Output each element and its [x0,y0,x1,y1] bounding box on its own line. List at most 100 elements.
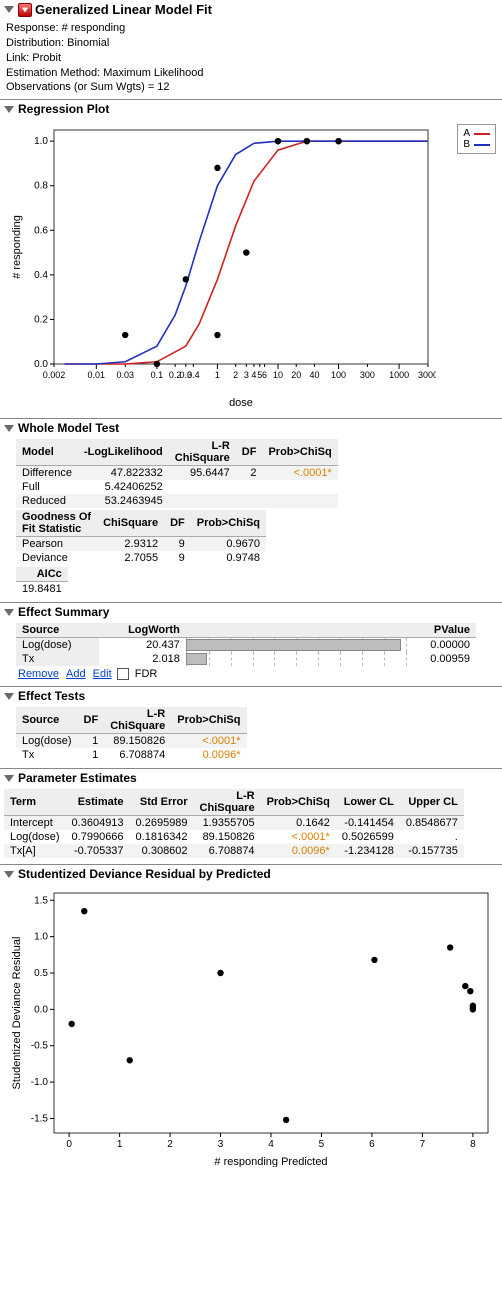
col-p: Prob>ChiSq [261,789,336,816]
aicc-table: AICc 19.8481 [16,567,68,596]
meta-line: Link: Probit [6,51,496,66]
svg-text:300: 300 [360,370,375,380]
table-row: Full5.42406252 [16,480,338,494]
effect-summary-actions: Remove Add Edit FDR [16,666,498,680]
svg-text:1: 1 [215,370,220,380]
col-chi: ChiSquare [97,510,164,537]
col-lrchi: L-RChiSquare [104,707,171,734]
svg-text:0.6: 0.6 [34,226,48,237]
disclosure-triangle-icon[interactable] [4,106,14,113]
meta-line: Estimation Method: Maximum Likelihood [6,66,496,81]
svg-text:-1.5: -1.5 [31,1114,49,1125]
svg-text:7: 7 [420,1139,426,1150]
svg-text:dose: dose [229,397,253,409]
remove-link[interactable]: Remove [16,668,61,680]
col-lw: LogWorth [99,623,185,638]
svg-text:1.5: 1.5 [34,896,48,907]
section-effect-summary: Effect Summary [0,602,502,621]
model-meta: Response: # responding Distribution: Bin… [0,19,502,99]
table-row: Deviance2.705590.9748 [16,551,266,565]
aicc-label: AICc [16,567,68,582]
svg-text:0.03: 0.03 [116,370,134,380]
svg-text:1000: 1000 [389,370,409,380]
disclosure-triangle-icon[interactable] [4,693,14,700]
section-title: Effect Summary [18,605,109,619]
table-row: Pearson2.931290.9670 [16,537,266,552]
svg-text:100: 100 [331,370,346,380]
table-row: Intercept0.36049130.26959891.93557050.16… [4,816,464,831]
svg-text:6: 6 [262,370,267,380]
svg-text:0.2: 0.2 [169,370,182,380]
svg-text:-1.0: -1.0 [31,1077,49,1088]
table-row: Log(dose)20.437 0.00000 [16,638,476,653]
col-p: Prob>ChiSq [171,707,246,734]
section-parameter-estimates: Parameter Estimates [0,768,502,787]
svg-text:6: 6 [369,1139,375,1150]
col-p: Prob>ChiSq [191,510,266,537]
residual-plot[interactable]: -1.5-1.0-0.50.00.51.01.5012345678# respo… [0,883,502,1173]
svg-text:0: 0 [66,1139,72,1150]
add-link[interactable]: Add [64,668,88,680]
svg-text:Studentized Deviance Residual: Studentized Deviance Residual [11,937,23,1090]
main-title: Generalized Linear Model Fit [35,2,212,17]
svg-text:-0.5: -0.5 [31,1041,49,1052]
section-title: Whole Model Test [18,421,119,435]
table-row: Reduced53.2463945 [16,494,338,508]
col-gof: Goodness OfFit Statistic [16,510,97,537]
col-df: DF [78,707,105,734]
disclosure-triangle-icon[interactable] [4,6,14,13]
svg-text:40: 40 [309,370,319,380]
edit-link[interactable]: Edit [91,668,114,680]
table-row: Tx16.7088740.0096* [16,748,247,762]
legend-label: B [463,139,470,150]
svg-text:2: 2 [167,1139,173,1150]
section-whole-model: Whole Model Test [0,418,502,437]
col-term: Term [4,789,66,816]
svg-text:4: 4 [268,1139,274,1150]
hotspot-menu-icon[interactable] [18,3,32,17]
svg-text:# responding: # responding [11,215,23,279]
svg-text:3000: 3000 [418,370,436,380]
svg-text:2: 2 [233,370,238,380]
section-title: Studentized Deviance Residual by Predict… [18,867,271,881]
svg-text:# responding Predicted: # responding Predicted [214,1156,327,1167]
svg-text:10: 10 [273,370,283,380]
svg-text:8: 8 [470,1139,476,1150]
param-est-table: Term Estimate Std Error L-RChiSquare Pro… [4,789,464,858]
svg-text:3: 3 [244,370,249,380]
table-row: Log(dose)189.150826<.0001* [16,734,247,749]
legend-swatch [474,133,490,135]
col-model: Model [16,439,78,466]
svg-text:1: 1 [117,1139,123,1150]
disclosure-triangle-icon[interactable] [4,775,14,782]
fdr-label: FDR [135,668,158,680]
svg-text:1.0: 1.0 [34,932,48,943]
svg-text:4: 4 [251,370,256,380]
col-source: Source [16,623,99,638]
regression-plot[interactable]: 0.00.20.40.60.81.00.0020.010.030.10.3131… [0,118,502,418]
col-df: DF [164,510,191,537]
meta-line: Observations (or Sum Wgts) = 12 [6,80,496,95]
col-lo: Lower CL [336,789,400,816]
col-lrchi: L-RChiSquare [169,439,236,466]
section-regression-plot: Regression Plot [0,99,502,118]
whole-model-table: Model -LogLikelihood L-RChiSquare DF Pro… [16,439,338,508]
disclosure-triangle-icon[interactable] [4,425,14,432]
svg-text:20: 20 [291,370,301,380]
table-row: Difference47.82233295.64472<.0001* [16,466,338,481]
effect-summary-table: Source LogWorth PValue Log(dose)20.437 0… [16,623,476,666]
effect-tests-table: Source DF L-RChiSquare Prob>ChiSq Log(do… [16,707,247,762]
fdr-checkbox[interactable] [117,668,129,680]
gof-table: Goodness OfFit Statistic ChiSquare DF Pr… [16,510,266,565]
col-source: Source [16,707,78,734]
col-lrchi: L-RChiSquare [194,789,261,816]
col-bar [186,623,406,638]
meta-line: Response: # responding [6,21,496,36]
svg-text:0.2: 0.2 [34,315,48,326]
svg-text:5: 5 [319,1139,325,1150]
svg-text:0.4: 0.4 [187,370,200,380]
svg-text:3: 3 [218,1139,224,1150]
section-effect-tests: Effect Tests [0,686,502,705]
disclosure-triangle-icon[interactable] [4,871,14,878]
disclosure-triangle-icon[interactable] [4,609,14,616]
